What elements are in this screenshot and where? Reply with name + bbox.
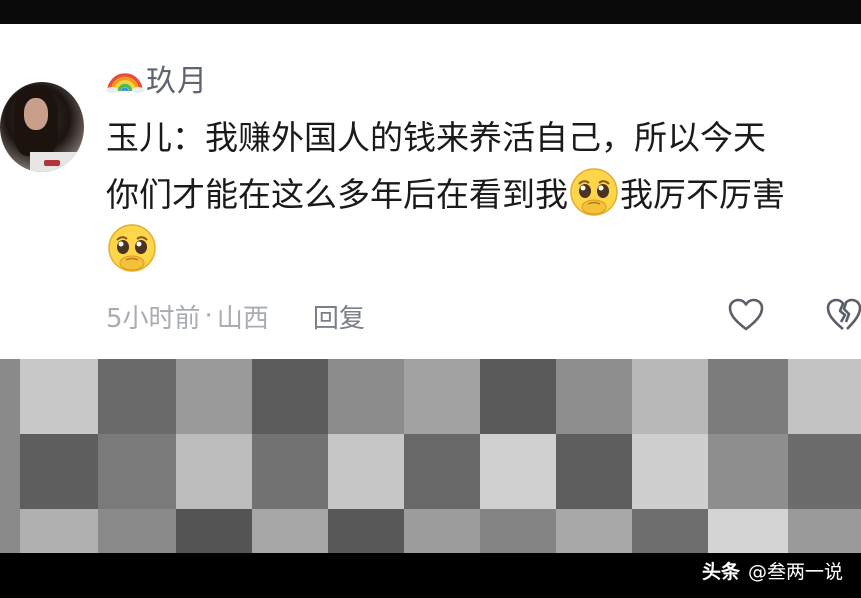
watermark: 头条 @叁两一说 (702, 554, 843, 586)
pleading-face-icon (570, 168, 618, 216)
comment-line-3 (106, 222, 861, 278)
comment-time: 5小时前 (106, 303, 201, 334)
comment-card: 玖月 玉儿：我赚外国人的钱来养活自己，所以今天 你们才能在这么多年后在看到我 我厉… (0, 24, 861, 359)
watermark-logo: 头条 (701, 560, 740, 583)
comment-location: 山西 (216, 303, 269, 334)
broken-heart-icon[interactable] (826, 298, 861, 332)
comment-line-3-text: 我厉不厉害 (620, 175, 785, 214)
blurred-image-mosaic (0, 359, 861, 553)
meta-separator: · (204, 301, 213, 331)
avatar[interactable] (0, 82, 84, 172)
heart-icon[interactable] (728, 298, 764, 332)
comment-line-2: 你们才能在这么多年后在看到我 我厉不厉害 (106, 166, 861, 222)
reply-button[interactable]: 回复 (313, 298, 365, 335)
rainbow-icon (106, 73, 144, 93)
comment-line-1: 玉儿：我赚外国人的钱来养活自己，所以今天 (106, 118, 766, 157)
comment-username[interactable]: 玖月 (106, 58, 208, 99)
comment-meta: 5小时前 · 山西 回复 (106, 294, 365, 338)
top-black-bar (0, 0, 861, 24)
comment-text: 玉儿：我赚外国人的钱来养活自己，所以今天 你们才能在这么多年后在看到我 我厉不厉害 (106, 110, 861, 278)
watermark-account: @叁两一说 (747, 560, 843, 583)
pleading-face-icon (108, 224, 156, 272)
username-text: 玖月 (146, 64, 208, 99)
comment-line-2-text: 你们才能在这么多年后在看到我 (106, 175, 568, 214)
